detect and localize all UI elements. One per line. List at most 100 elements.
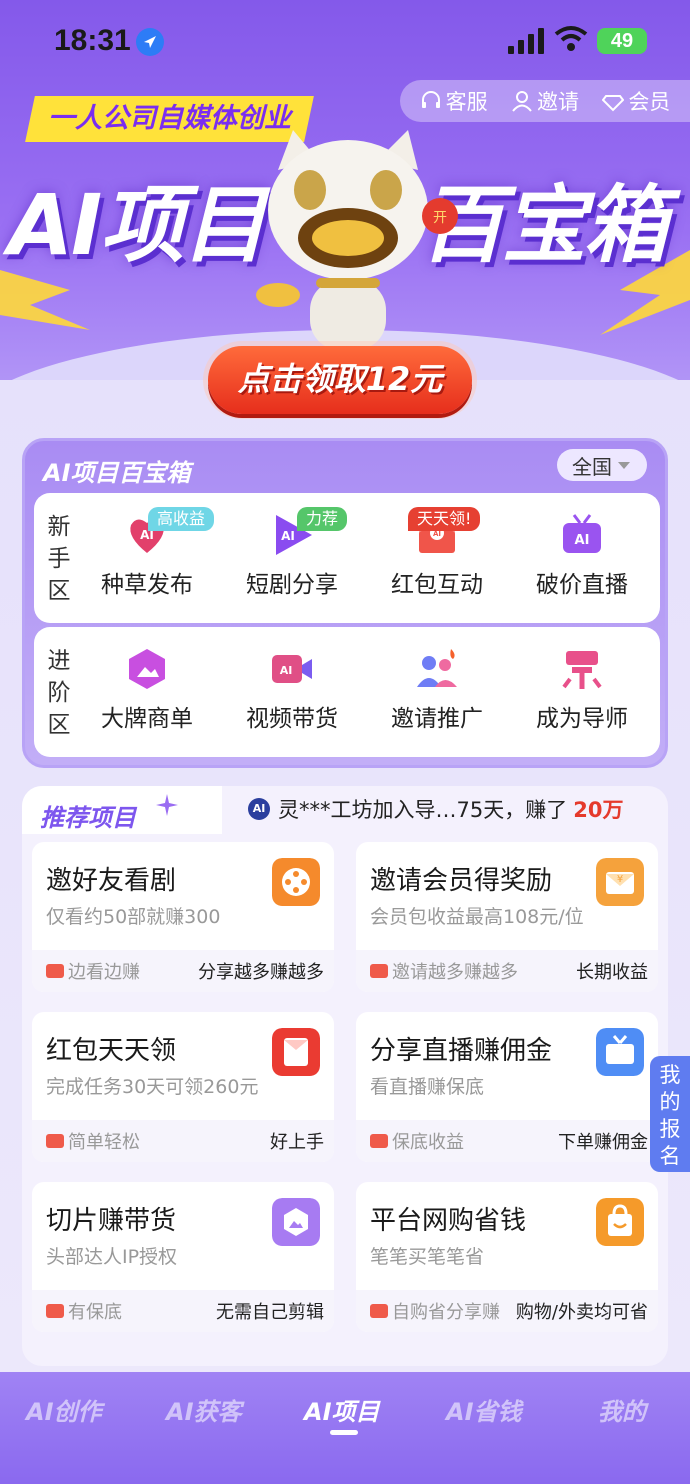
recommended-title: 推荐项目 [40,804,136,832]
video-ai-icon: AI [272,655,312,683]
zone-item-label: 邀请推广 [391,706,483,732]
card-subtitle: 看直播赚保底 [370,1076,485,1098]
zone-item-invite-promo[interactable]: 邀请推广 [372,647,502,733]
card-footer-left: 有保底 [68,1302,122,1323]
card-footer-right: 下单赚佣金 [558,1132,648,1153]
card-footer-right: 好上手 [270,1132,324,1153]
zone-item-label: 成为导师 [536,706,628,732]
card-footer-left: 保底收益 [392,1132,464,1153]
treasure-box-panel: AI项目百宝箱 全国 新手区 高收益 AI 种草发布 力荐 AI 短剧分享 天天… [22,438,668,768]
card-subtitle: 仅看约50部就赚300 [46,906,221,928]
card-footer-right: 长期收益 [576,962,648,983]
coupon-icon [370,1134,388,1148]
ticker-amount: 20万 [573,798,624,822]
svg-text:AI: AI [575,533,590,548]
region-selector[interactable]: 全国 [557,449,647,481]
location-arrow-icon [136,28,164,56]
zone-item-label: 破价直播 [536,572,628,598]
tab-ai-projects[interactable]: AI项目 [304,1392,380,1435]
card-footer-right: 购物/外卖均可省 [515,1302,648,1323]
zone-item-video-sales[interactable]: AI 视频带货 [227,647,357,733]
headset-icon [421,91,440,108]
tv-ai-icon: AI [563,514,601,553]
hero-title-left: AI项目 [8,176,266,274]
card-footer-left: 自购省分享赚 [392,1302,500,1323]
card-subtitle: 会员包收益最高108元/位 [370,906,584,928]
coupon-icon [370,1304,388,1318]
membership-button[interactable]: 会员 [602,86,670,116]
card-subtitle: 完成任务30天可领260元 [46,1076,259,1098]
coupon-icon [46,964,64,978]
card-footer: 简单轻松 好上手 [32,1120,334,1162]
claim-reward-button[interactable]: 点击领取12元 [208,346,472,414]
zone-item-label: 种草发布 [101,572,193,598]
tag-badge: 力荐 [297,507,348,531]
red-packet-icon [272,1028,320,1076]
tag-badge: 高收益 [148,507,215,531]
mentor-icon [562,651,602,689]
zone-item-short-drama[interactable]: 力荐 AI 短剧分享 [227,507,357,599]
tab-ai-creation[interactable]: AI创作 [26,1392,102,1427]
membership-label: 会员 [628,90,671,114]
tab-ai-customer[interactable]: AI获客 [166,1392,242,1427]
customer-service-button[interactable]: 客服 [420,86,488,116]
envelope-yen-icon: ¥ [596,858,644,906]
project-card-clip-sales[interactable]: 切片赚带货 头部达人IP授权 有保底 无需自己剪辑 [32,1182,334,1332]
project-card-shopping-savings[interactable]: 平台网购省钱 笔笔买笔笔省 自购省分享赚 购物/外卖均可省 [356,1182,658,1332]
card-title: 分享直播赚佣金 [370,1036,553,1066]
card-title: 红包天天领 [46,1036,177,1066]
top-actions-bar: 客服 邀请 会员 [400,80,690,122]
cellular-signal-icon [508,28,544,54]
zone-item-red-envelope[interactable]: 天天领! AI 红包互动 [372,507,502,599]
active-tab-indicator [330,1430,358,1435]
card-title: 切片赚带货 [46,1206,177,1236]
invite-button[interactable]: 邀请 [511,86,579,116]
card-footer: 自购省分享赚 购物/外卖均可省 [356,1290,658,1332]
people-fire-icon [417,649,457,687]
cat-mascot-illustration [256,130,428,350]
card-subtitle: 笔笔买笔笔省 [370,1246,485,1268]
card-title: 邀好友看剧 [46,866,177,896]
card-footer-left: 简单轻松 [68,1132,140,1153]
customer-service-label: 客服 [445,90,488,114]
wifi-icon [554,26,588,51]
zone-item-label: 大牌商单 [101,706,193,732]
zone-item-label: 短剧分享 [246,572,338,598]
svg-text:¥: ¥ [617,874,623,885]
my-signup-tab[interactable]: 我的报名 [650,1056,690,1172]
card-title: 平台网购省钱 [370,1206,527,1236]
sparkle-icon [156,794,178,816]
zone-item-seeding-post[interactable]: 高收益 AI 种草发布 [82,507,215,599]
tab-ai-savings[interactable]: AI省钱 [446,1392,522,1427]
ticker-text: 灵***工坊加入导…75天，赚了 [278,798,568,822]
svg-text:AI: AI [280,664,293,677]
card-footer-left: 邀请越多赚越多 [392,962,518,983]
svg-text:AI: AI [433,530,441,538]
project-card-daily-red-packet[interactable]: 红包天天领 完成任务30天可领260元 简单轻松 好上手 [32,1012,334,1162]
live-tv-icon [596,1028,644,1076]
tag-badge: 天天领! [408,507,481,531]
advanced-zone: 进阶区 大牌商单 AI 视频带货 邀请推广 成为导师 [34,627,660,757]
battery-indicator: 49 [597,28,647,54]
zone-item-become-mentor[interactable]: 成为导师 [517,647,647,733]
project-card-invite-member[interactable]: 邀请会员得奖励 会员包收益最高108元/位 ¥ 邀请越多赚越多 长期收益 [356,842,658,992]
project-card-live-commission[interactable]: 分享直播赚佣金 看直播赚保底 保底收益 下单赚佣金 [356,1012,658,1162]
tab-ai-projects-label: AI项目 [304,1398,380,1426]
card-footer-right: 分享越多赚越多 [198,962,324,983]
card-footer-right: 无需自己剪辑 [216,1302,324,1323]
ticker-badge: AI [248,798,270,820]
card-footer: 有保底 无需自己剪辑 [32,1290,334,1332]
status-time: 18:31 [54,24,131,57]
zone-item-brand-orders[interactable]: 大牌商单 [82,647,212,733]
image-hex-icon [129,649,165,689]
tab-me[interactable]: 我的 [598,1392,646,1427]
zone-label: 进阶区 [47,648,71,738]
zone-item-price-live[interactable]: AI 破价直播 [517,513,647,599]
user-icon [512,91,532,112]
beginner-zone: 新手区 高收益 AI 种草发布 力荐 AI 短剧分享 天天领! AI 红包互动 … [34,493,660,623]
card-footer: 保底收益 下单赚佣金 [356,1120,658,1162]
project-card-invite-drama[interactable]: 邀好友看剧 仅看约50部就赚300 边看边赚 分享越多赚越多 [32,842,334,992]
clip-icon [272,1198,320,1246]
invite-label: 邀请 [536,90,579,114]
shopping-bag-icon [596,1198,644,1246]
